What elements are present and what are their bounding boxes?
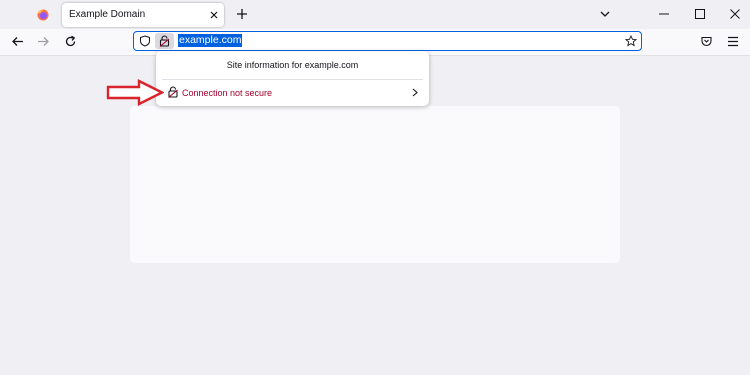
chevron-right-icon xyxy=(412,88,418,97)
page-content-card xyxy=(130,106,620,263)
reload-icon[interactable] xyxy=(64,35,77,48)
broken-lock-icon xyxy=(159,35,170,47)
red-arrow-icon xyxy=(106,79,164,106)
minimize-icon[interactable] xyxy=(658,8,670,20)
tab-title: Example Domain xyxy=(69,9,146,20)
divider xyxy=(162,79,423,80)
window-close-icon[interactable] xyxy=(729,8,741,20)
tab-example-domain[interactable]: Example Domain xyxy=(62,3,224,27)
shield-icon[interactable] xyxy=(139,35,151,47)
maximize-icon[interactable] xyxy=(694,8,706,20)
connection-status-label: Connection not secure xyxy=(182,88,273,98)
tab-strip: Example Domain xyxy=(0,0,750,29)
hamburger-menu-icon[interactable] xyxy=(727,36,739,47)
broken-lock-icon xyxy=(168,86,178,98)
url-bar[interactable]: example.com xyxy=(133,31,642,51)
site-information-panel: Site information for example.com Connect… xyxy=(156,51,429,106)
star-icon[interactable] xyxy=(625,35,637,47)
site-info-button[interactable] xyxy=(155,33,174,49)
pocket-icon[interactable] xyxy=(700,35,713,48)
back-arrow-icon[interactable] xyxy=(11,35,24,48)
firefox-logo-icon xyxy=(37,9,49,21)
chevron-down-icon[interactable] xyxy=(600,10,610,18)
connection-security-row[interactable]: Connection not secure xyxy=(160,81,425,103)
url-text[interactable]: example.com xyxy=(178,34,243,47)
forward-arrow-icon[interactable] xyxy=(37,35,50,48)
panel-title: Site information for example.com xyxy=(226,60,359,70)
close-icon[interactable] xyxy=(209,10,219,20)
plus-icon[interactable] xyxy=(236,8,248,20)
